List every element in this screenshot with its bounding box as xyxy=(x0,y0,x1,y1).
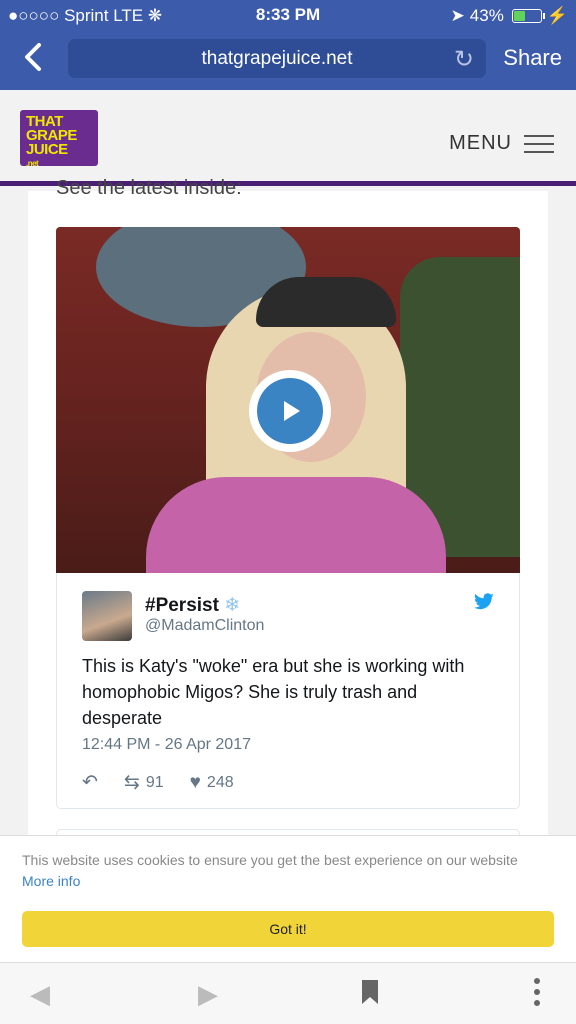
tweet-author-name[interactable]: #Persist ❄ xyxy=(145,594,240,617)
battery-percent: 43% xyxy=(469,6,504,25)
menu-label: MENU xyxy=(449,132,512,154)
cookie-message: This website uses cookies to ensure you … xyxy=(22,852,518,889)
heart-icon: ♥ xyxy=(189,771,201,793)
more-info-link[interactable]: More info xyxy=(22,873,80,889)
back-nav-icon[interactable]: ◀ xyxy=(30,979,50,1010)
hamburger-icon xyxy=(524,134,554,153)
tweet-video[interactable] xyxy=(56,227,520,573)
url-text: thatgrapejuice.net xyxy=(201,48,353,69)
tweet-date[interactable]: 12:44 PM - 26 Apr 2017 xyxy=(82,736,251,754)
address-bar[interactable]: thatgrapejuice.net ↻ xyxy=(68,39,486,78)
like-button[interactable]: ♥ 248 xyxy=(190,772,234,794)
avatar[interactable] xyxy=(82,591,132,641)
snowflake-icon: ❄ xyxy=(224,595,241,616)
tweet-actions: ↶ ⇆ 91 ♥ 248 xyxy=(82,771,260,794)
status-bar: ●○○○○ Sprint LTE ❋ 8:33 PM ➤ 43% ⚡ xyxy=(0,0,576,30)
site-logo[interactable]: THAT GRAPE JUICE .net xyxy=(20,110,98,168)
video-person-shirt xyxy=(146,477,446,573)
browser-top-bar: ●○○○○ Sprint LTE ❋ 8:33 PM ➤ 43% ⚡ thatg… xyxy=(0,0,576,90)
chevron-left-icon xyxy=(25,43,41,71)
article-text: See the latest inside: xyxy=(56,177,242,199)
menu-button[interactable]: MENU xyxy=(449,132,554,155)
reply-button[interactable]: ↶ xyxy=(82,771,98,794)
location-arrow-icon: ➤ xyxy=(450,6,465,25)
article-content: See the latest inside: #Persist ❄ @Madam… xyxy=(28,177,548,891)
more-options-icon[interactable] xyxy=(532,977,542,1014)
twitter-bird-icon[interactable] xyxy=(473,591,495,617)
video-person-bandana xyxy=(256,277,396,327)
cookie-banner: This website uses cookies to ensure you … xyxy=(0,835,576,963)
logo-line-3: JUICE .net xyxy=(26,141,68,168)
forward-nav-icon[interactable]: ▶ xyxy=(198,979,218,1010)
tweet-text: This is Katy's "woke" era but she is wor… xyxy=(82,656,465,728)
status-right: ➤ 43% ⚡ xyxy=(451,6,568,26)
site-header: THAT GRAPE JUICE .net MENU xyxy=(0,90,576,186)
play-button[interactable] xyxy=(249,370,331,452)
battery-icon xyxy=(511,9,545,23)
back-button[interactable] xyxy=(22,42,52,76)
accept-cookies-button[interactable]: Got it! xyxy=(22,911,554,947)
embedded-tweet[interactable]: #Persist ❄ @MadamClinton This is Katy's … xyxy=(56,573,520,809)
charging-icon: ⚡ xyxy=(546,6,568,25)
retweet-button[interactable]: ⇆ 91 xyxy=(124,771,164,794)
retweet-icon: ⇆ xyxy=(123,772,140,793)
reply-icon: ↶ xyxy=(82,772,98,793)
browser-bottom-toolbar: ◀ ▶ xyxy=(0,963,576,1024)
bookmark-icon[interactable] xyxy=(360,979,380,1012)
reload-icon[interactable]: ↻ xyxy=(454,45,474,74)
tweet-handle[interactable]: @MadamClinton xyxy=(145,617,264,635)
retweet-count: 91 xyxy=(145,773,164,791)
play-icon xyxy=(257,378,323,444)
share-button[interactable]: Share xyxy=(503,45,562,71)
like-count: 248 xyxy=(206,773,234,791)
